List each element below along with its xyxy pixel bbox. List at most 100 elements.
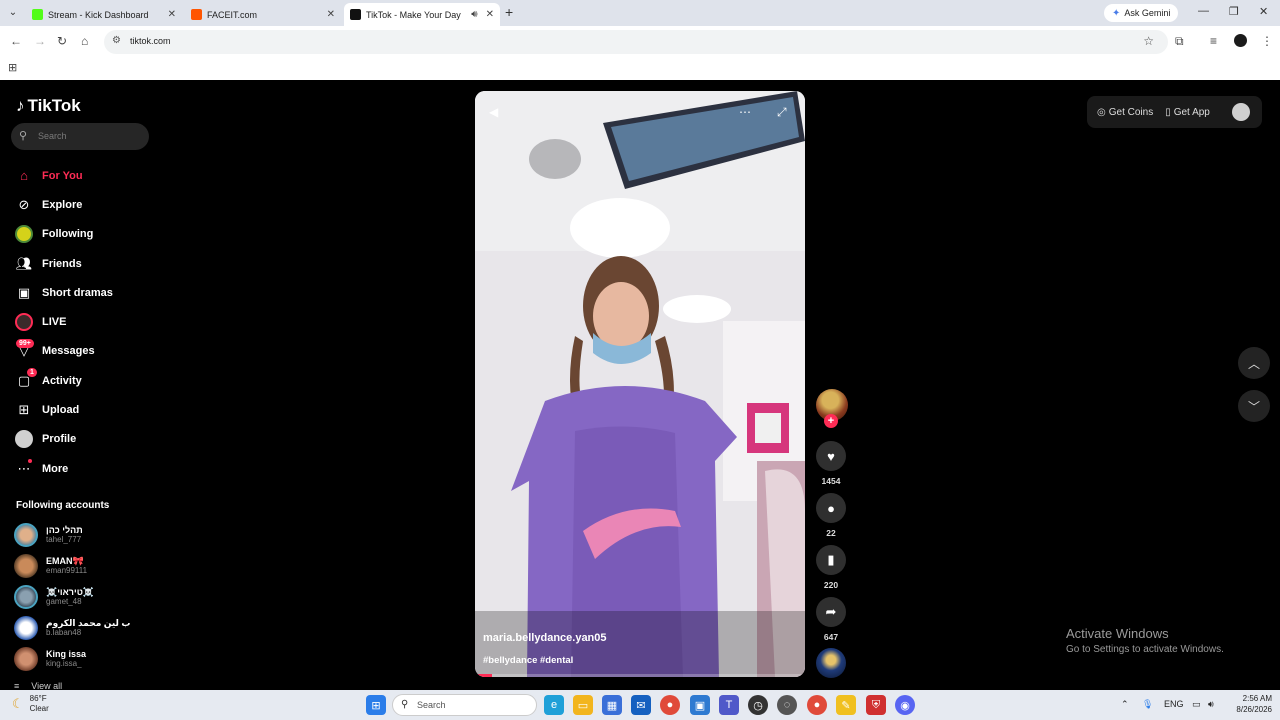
sidebar-item-live[interactable]: LIVE [14,307,154,336]
apps-grid-icon[interactable]: ⊞ [8,61,17,74]
sidebar-item-following[interactable]: Following [14,220,154,249]
store-icon[interactable]: ▦ [602,695,622,715]
following-account[interactable]: King issa king.issa_ [14,643,154,674]
sidebar-item-short-dramas[interactable]: ▣ Short dramas [14,278,154,307]
microphone-icon[interactable]: 🎙︎ [1142,699,1153,710]
sidebar-item-activity[interactable]: ▢ 1 Activity [14,366,154,395]
taskbar-clock[interactable]: 2:56 AM 8/26/2026 [1222,693,1272,715]
fullscreen-icon[interactable]: ⤢ [777,105,787,120]
discord-icon[interactable]: ◉ [895,695,915,715]
sidebar-item-explore[interactable]: ⊘ Explore [14,190,154,219]
video-hashtags[interactable]: #bellydance #dental [483,655,573,666]
follow-plus-icon[interactable]: + [824,414,838,428]
view-all-label: View all [31,681,63,690]
profile-avatar[interactable] [1234,34,1247,47]
reload-icon[interactable]: ↻ [57,34,67,48]
tab-search-icon[interactable]: ⌄ [4,5,22,21]
previous-video-button[interactable]: ︿ [1238,347,1270,379]
tab-kick[interactable]: Stream - Kick Dashboard ✕ [26,3,182,26]
tiktok-logo[interactable]: ♪ TikTok [16,96,81,116]
site-info-icon[interactable]: ⚙ [112,35,121,46]
app-icon[interactable]: ◌ [777,695,797,715]
extensions-icon[interactable]: ⧉ [1175,34,1184,49]
view-all-link[interactable]: ≡ View all [14,681,62,690]
sidebar-item-upload[interactable]: ⊞ Upload [14,395,154,424]
following-accounts-list: תהלי כהן tahel_777 EMAN🎀 eman99111 ☠️טיראו… [14,519,154,674]
sidebar-item-messages[interactable]: ▽ 99+ Messages [14,337,154,366]
following-account[interactable]: ☠️טיראוי☠️ gamet_48 [14,581,154,612]
media-icon[interactable]: ≡ [1210,34,1217,48]
chrome-active-icon[interactable]: ● [807,695,827,715]
faceit-favicon-icon [191,9,202,20]
language-indicator[interactable]: ENG [1164,699,1184,709]
tray-chevron-up-icon[interactable]: ⌃ [1121,699,1129,710]
close-icon[interactable]: ✕ [327,9,335,20]
sidebar-item-label: Profile [42,433,77,446]
more-options-icon[interactable]: ⋯ [739,105,751,119]
network-icon[interactable]: ▭ [1192,699,1201,710]
close-icon[interactable]: ✕ [168,9,176,20]
gemini-icon: ✦ [1112,7,1121,19]
teams-icon[interactable]: T [719,695,739,715]
tab-tiktok[interactable]: TikTok - Make Your Day 🔊︎ ✕ [344,3,500,26]
next-video-button[interactable]: ﹀ [1238,390,1270,422]
moon-icon: ☾ [12,696,24,711]
following-account[interactable]: תהלי כהן tahel_777 [14,519,154,550]
close-icon[interactable]: ✕ [486,9,494,20]
notes-icon[interactable]: ✎ [836,695,856,715]
video-player[interactable]: ◀ ⋯ ⤢ maria.bellydance.yan05 #bellydance… [475,91,805,677]
browser-toolbar: ← → ↻ ⌂ ⚙ tiktok.com ☆ ⧉ ≡ ⋮ [0,26,1280,58]
comment-button[interactable]: ● [816,493,846,523]
home-icon: ⌂ [20,168,28,184]
video-progress-bar[interactable] [475,674,805,677]
volume-icon[interactable]: ◀ [489,105,498,119]
minimize-icon[interactable]: — [1198,5,1209,17]
share-button[interactable]: ➦ [816,597,846,627]
video-username[interactable]: maria.bellydance.yan05 [483,632,607,644]
get-coins-button[interactable]: ◎ Get Coins [1097,107,1153,118]
clock-app-icon[interactable]: ◷ [748,695,768,715]
tab-faceit[interactable]: FACEIT.com ✕ [185,3,341,26]
outlook-icon[interactable]: ✉ [631,695,651,715]
sidebar-item-more[interactable]: ⋯ More [14,454,154,483]
taskbar-search[interactable]: ⚲ Search [392,694,537,716]
file-explorer-icon[interactable]: ▭ [573,695,593,715]
address-bar[interactable]: ⚙ tiktok.com ☆ [104,30,1168,54]
logo-text: TikTok [27,96,81,115]
sidebar-nav: ⌂ For You ⊘ Explore Following 👥︎ Friends… [14,161,154,483]
save-button[interactable]: ▮ [816,545,846,575]
user-avatar[interactable] [1231,103,1250,121]
ask-gemini-button[interactable]: ✦ Ask Gemini [1104,4,1179,22]
chrome-icon[interactable]: ● [660,695,680,715]
like-button[interactable]: ♥ [816,441,846,471]
following-account[interactable]: ب لين محمد الكروم b.laban48 [14,612,154,643]
phone-icon: ▯ [1165,106,1171,118]
back-icon[interactable]: ← [10,34,22,48]
volume-icon[interactable]: 🔊︎ [1208,699,1214,710]
bookmark-star-icon[interactable]: ☆ [1143,34,1154,48]
windows-start-icon[interactable]: ⊞ [366,695,386,715]
following-account[interactable]: EMAN🎀 eman99111 [14,550,154,581]
edge-icon[interactable]: e [544,695,564,715]
sidebar-item-label: LIVE [42,316,67,329]
menu-dots-icon[interactable]: ⋮ [1261,34,1273,48]
sidebar-item-profile[interactable]: Profile [14,425,154,454]
sidebar-item-friends[interactable]: 👥︎ Friends [14,249,154,278]
window-close-icon[interactable]: ✕ [1259,5,1268,18]
search-input[interactable]: ⚲ Search [11,123,149,150]
restore-icon[interactable]: ❐ [1229,5,1239,18]
save-count: 220 [823,580,839,590]
share-icon: ➦ [825,604,837,619]
get-app-button[interactable]: ▯ Get App [1165,107,1210,118]
shield-icon[interactable]: ⛨ [866,695,886,715]
forward-icon[interactable]: → [34,34,46,48]
photos-icon[interactable]: ▣ [690,695,710,715]
plus-icon[interactable]: + [505,4,513,20]
weather-widget[interactable]: ☾ 86°F Clear [12,694,49,714]
speaker-icon[interactable]: 🔊︎ [471,9,477,20]
get-coins-label: Get Coins [1108,106,1154,118]
music-disc-icon[interactable] [816,648,846,678]
home-icon[interactable]: ⌂ [81,34,88,48]
messages-badge: 99+ [16,338,34,348]
sidebar-item-for-you[interactable]: ⌂ For You [14,161,154,190]
